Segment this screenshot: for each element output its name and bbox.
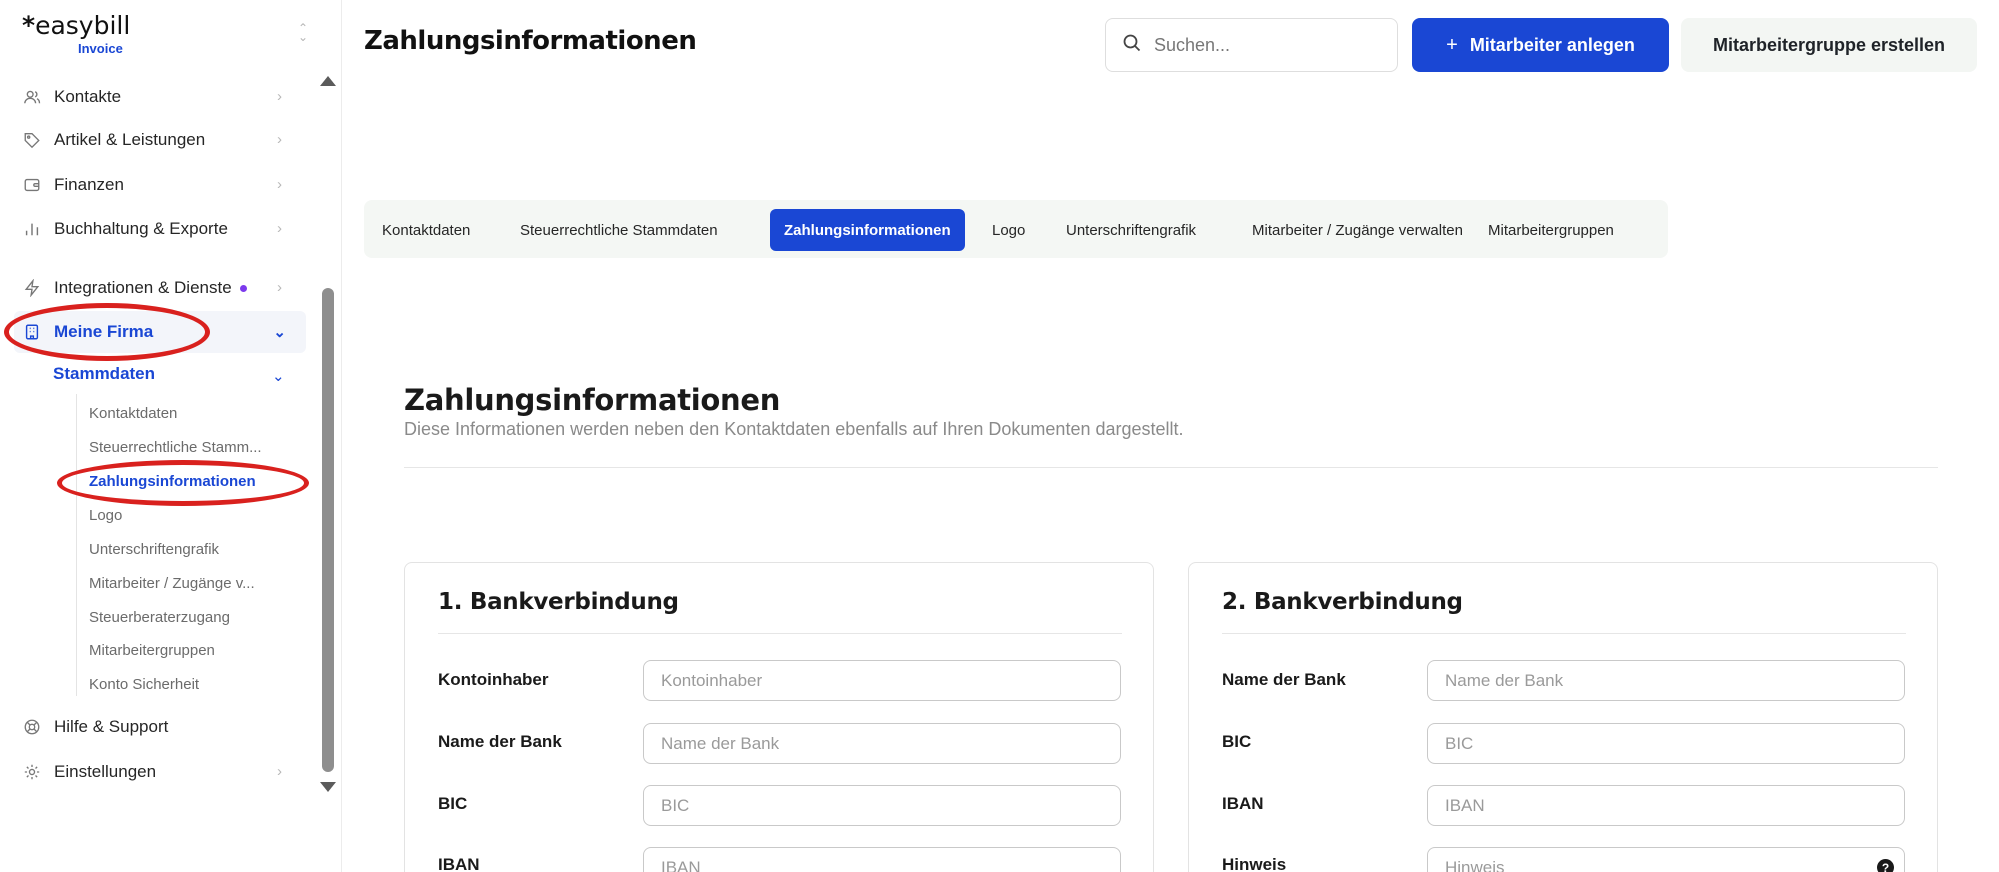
sidebar-item-label: Einstellungen [54, 762, 157, 781]
bank-connection-card-1: 1. Bankverbindung Kontoinhaber Name der … [404, 562, 1154, 872]
search-box[interactable] [1105, 18, 1398, 72]
sidebar-item-label: Meine Firma [54, 322, 154, 341]
submenu-item-steuerberaterzugang[interactable]: Steuerberaterzugang [89, 609, 230, 626]
scrollbar-up-arrow-icon[interactable] [320, 76, 336, 86]
section-description: Diese Informationen werden neben den Kon… [404, 419, 1184, 439]
chevron-down-icon: ⌄ [273, 324, 286, 341]
chevron-right-icon: › [277, 88, 282, 105]
bolt-icon [22, 278, 42, 298]
chevron-right-icon: › [277, 279, 282, 296]
tab-unterschriftengrafik[interactable]: Unterschriftengrafik [1052, 209, 1210, 251]
card-title: 2. Bankverbindung [1222, 589, 1463, 615]
tab-mitarbeitergruppen[interactable]: Mitarbeitergruppen [1474, 209, 1628, 251]
section-title: Zahlungsinformationen [404, 383, 781, 417]
sidebar-item-label: Integrationen & Dienste [54, 278, 232, 297]
search-icon [1122, 33, 1142, 58]
bic-input[interactable] [643, 785, 1121, 826]
submenu-item-logo[interactable]: Logo [89, 507, 122, 524]
page-title: Zahlungsinformationen [364, 26, 697, 56]
tab-steuerrechtliche-stammdaten[interactable]: Steuerrechtliche Stammdaten [506, 209, 732, 251]
sidebar-item-integrationen[interactable]: Integrationen & Dienste › [22, 272, 302, 304]
submenu-item-mitarbeiter[interactable]: Mitarbeiter / Zugänge v... [89, 575, 255, 592]
sidebar-item-label: Finanzen [54, 175, 124, 194]
submenu-stammdaten[interactable]: Stammdaten [53, 364, 155, 384]
card-title: 1. Bankverbindung [438, 589, 679, 615]
building-icon [22, 322, 42, 342]
account-holder-input[interactable] [643, 660, 1121, 701]
field-label-iban: IBAN [1222, 794, 1264, 813]
add-employee-label: Mitarbeiter anlegen [1469, 34, 1635, 55]
iban-input[interactable] [1427, 785, 1905, 826]
sidebar-item-label: Artikel & Leistungen [54, 130, 206, 149]
submenu-item-kontaktdaten[interactable]: Kontaktdaten [89, 405, 177, 422]
brand-logo[interactable]: *easybill Invoice [22, 11, 131, 57]
lifebuoy-icon [22, 717, 42, 737]
tab-logo[interactable]: Logo [978, 209, 1039, 251]
bic-input[interactable] [1427, 723, 1905, 764]
gear-icon [22, 762, 42, 782]
submenu-item-mitarbeitergruppen[interactable]: Mitarbeitergruppen [89, 642, 215, 659]
field-label-kontoinhaber: Kontoinhaber [438, 670, 549, 689]
submenu-item-konto-sicherheit[interactable]: Konto Sicherheit [89, 676, 199, 693]
chevron-right-icon: › [277, 220, 282, 237]
field-label-bankname: Name der Bank [1222, 670, 1346, 689]
sidebar-item-kontakte[interactable]: Kontakte › [22, 81, 302, 113]
tab-zahlungsinformationen[interactable]: Zahlungsinformationen [770, 209, 965, 251]
field-label-hinweis: Hinweis [1222, 855, 1287, 872]
card-divider [438, 633, 1122, 634]
sidebar-item-finanzen[interactable]: Finanzen › [22, 169, 302, 201]
brand-product: Invoice [78, 41, 123, 56]
chevron-down-icon: ⌄ [272, 368, 285, 385]
sidebar-scrollbar-thumb[interactable] [322, 288, 334, 772]
tab-kontaktdaten[interactable]: Kontaktdaten [368, 209, 484, 251]
sidebar-item-label: Kontakte [54, 87, 122, 106]
field-label-bic: BIC [438, 794, 468, 813]
field-label-iban: IBAN [438, 855, 480, 872]
bar-chart-icon [22, 219, 42, 239]
sidebar-item-einstellungen[interactable]: Einstellungen › [22, 756, 302, 788]
plus-icon: + [1446, 33, 1458, 56]
submenu-item-zahlungsinformationen[interactable]: Zahlungsinformationen [89, 473, 256, 490]
iban-input[interactable] [643, 847, 1121, 872]
field-label-bankname: Name der Bank [438, 732, 562, 751]
sidebar-item-hilfe[interactable]: Hilfe & Support [22, 711, 302, 743]
sidebar-item-meine-firma[interactable]: Meine Firma ⌄ [14, 311, 306, 353]
submenu-item-unterschriftengrafik[interactable]: Unterschriftengrafik [89, 541, 219, 558]
create-group-button[interactable]: Mitarbeitergruppe erstellen [1681, 18, 1977, 72]
bank-name-input[interactable] [1427, 660, 1905, 701]
bank-name-input[interactable] [643, 723, 1121, 764]
note-input[interactable] [1427, 847, 1905, 872]
users-icon [22, 87, 42, 107]
submenu-guide-line [76, 394, 77, 696]
card-divider [1222, 633, 1906, 634]
chevron-right-icon: › [277, 131, 282, 148]
sidebar-item-buchhaltung[interactable]: Buchhaltung & Exporte › [22, 213, 302, 245]
settings-tabs: Kontaktdaten Steuerrechtliche Stammdaten… [364, 200, 1668, 258]
sidebar: *easybill Invoice ⌃ ⌄ Kontakte › Artikel … [0, 0, 342, 872]
wallet-icon [22, 175, 42, 195]
bank-connection-card-2: 2. Bankverbindung Name der Bank BIC IBAN… [1188, 562, 1938, 872]
sidebar-item-artikel[interactable]: Artikel & Leistungen › [22, 124, 302, 156]
sidebar-item-label: Buchhaltung & Exporte [54, 219, 228, 238]
sidebar-item-label: Hilfe & Support [54, 717, 169, 736]
submenu-item-steuerrechtliche-stammdaten[interactable]: Steuerrechtliche Stamm... [89, 439, 262, 456]
search-input[interactable] [1154, 34, 1394, 56]
scrollbar-down-arrow-icon[interactable] [320, 782, 336, 792]
chevron-right-icon: › [277, 176, 282, 193]
help-icon[interactable]: ? [1877, 859, 1894, 872]
tag-icon [22, 130, 42, 150]
section-divider [404, 467, 1938, 468]
tab-mitarbeiter-zugaenge[interactable]: Mitarbeiter / Zugänge verwalten [1238, 209, 1477, 251]
field-label-bic: BIC [1222, 732, 1252, 751]
chevron-right-icon: › [277, 763, 282, 780]
notification-dot [239, 284, 247, 292]
chevrons-up-down-icon[interactable]: ⌃ ⌄ [298, 22, 308, 43]
brand-name: *easybill [22, 11, 131, 40]
add-employee-button[interactable]: + Mitarbeiter anlegen [1412, 18, 1669, 72]
